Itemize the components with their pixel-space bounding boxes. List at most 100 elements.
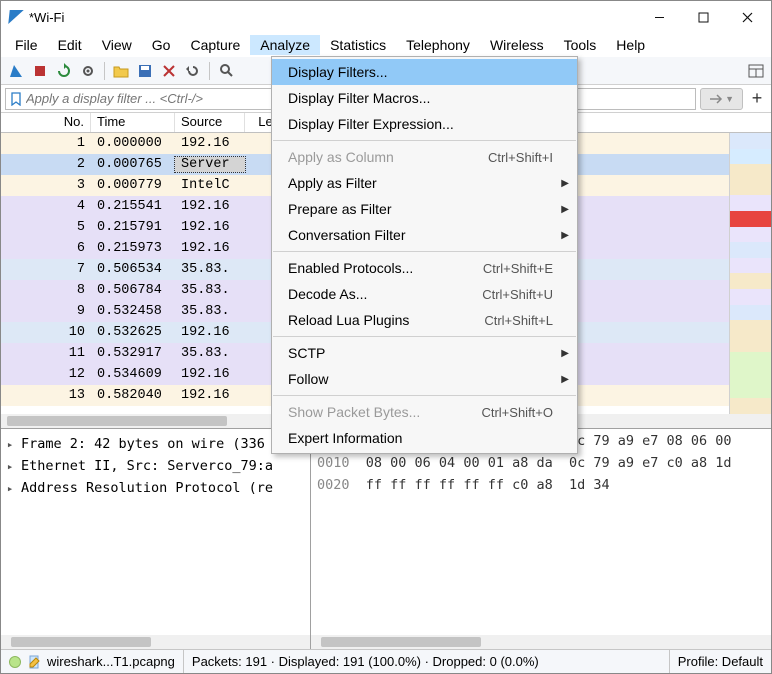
packet-detail-pane: ▸ Frame 2: 42 bytes on wire (336 ▸Ethernet… xyxy=(1,429,311,649)
scroll-thumb[interactable] xyxy=(7,416,227,426)
menu-item-label: Expert Information xyxy=(288,430,553,446)
minimap-segment xyxy=(730,398,771,414)
menu-item-display-filter-expression[interactable]: Display Filter Expression... xyxy=(272,111,577,137)
layout-button[interactable] xyxy=(745,60,767,82)
cell: 10 xyxy=(1,325,91,340)
detail-tree-item[interactable]: ▸Ethernet II, Src: Serverco_79:a xyxy=(3,455,308,477)
cell: 0.000779 xyxy=(91,178,175,193)
save-file-button[interactable] xyxy=(134,60,156,82)
add-filter-button[interactable]: + xyxy=(747,88,767,109)
cell: 35.83. xyxy=(175,283,245,298)
menu-item-show-packet-bytes: Show Packet Bytes...Ctrl+Shift+O xyxy=(272,399,577,425)
col-header-no[interactable]: No. xyxy=(1,113,91,132)
restart-capture-button[interactable] xyxy=(53,60,75,82)
reload-button[interactable] xyxy=(182,60,204,82)
cell: 8 xyxy=(1,283,91,298)
start-capture-button[interactable] xyxy=(5,60,27,82)
detail-tree-item[interactable]: ▸ Frame 2: 42 bytes on wire (336 xyxy=(3,433,308,455)
cell: 0.532917 xyxy=(91,346,175,361)
menu-capture[interactable]: Capture xyxy=(180,35,250,55)
cell: 5 xyxy=(1,220,91,235)
menu-item-follow[interactable]: Follow▶ xyxy=(272,366,577,392)
menu-item-label: Reload Lua Plugins xyxy=(288,312,484,328)
cell: 0.506534 xyxy=(91,262,175,277)
submenu-arrow-icon: ▶ xyxy=(561,348,569,359)
menu-item-enabled-protocols[interactable]: Enabled Protocols...Ctrl+Shift+E xyxy=(272,255,577,281)
close-file-button[interactable] xyxy=(158,60,180,82)
menu-statistics[interactable]: Statistics xyxy=(320,35,396,55)
menu-telephony[interactable]: Telephony xyxy=(396,35,480,55)
menu-tools[interactable]: Tools xyxy=(554,35,607,55)
search-icon xyxy=(219,63,234,78)
hex-line[interactable]: 0010 08 00 06 04 00 01 a8 da 0c 79 a9 e7… xyxy=(317,455,765,477)
expert-dot-icon[interactable] xyxy=(9,656,21,668)
analyze-menu[interactable]: Display Filters...Display Filter Macros.… xyxy=(271,56,578,454)
cell: 0.506784 xyxy=(91,283,175,298)
bookmark-filter-icon[interactable] xyxy=(6,89,26,109)
scroll-thumb[interactable] xyxy=(11,637,151,647)
expand-icon[interactable]: ▸ xyxy=(3,438,17,451)
menu-item-conversation-filter[interactable]: Conversation Filter▶ xyxy=(272,222,577,248)
menu-item-apply-as-filter[interactable]: Apply as Filter▶ xyxy=(272,170,577,196)
edit-capture-icon[interactable] xyxy=(27,655,41,669)
menu-item-label: Apply as Column xyxy=(288,149,488,165)
menu-item-display-filter-macros[interactable]: Display Filter Macros... xyxy=(272,85,577,111)
filter-apply-button[interactable]: ▼ xyxy=(700,88,743,110)
minimap-segment xyxy=(730,227,771,243)
gear-icon xyxy=(80,63,96,79)
menu-go[interactable]: Go xyxy=(142,35,181,55)
stop-icon xyxy=(33,64,47,78)
menu-item-display-filters[interactable]: Display Filters... xyxy=(272,59,577,85)
minimap-segment xyxy=(730,289,771,305)
status-counts-label: Packets: 191 · Displayed: 191 (100.0%) ·… xyxy=(192,654,539,669)
menu-item-reload-lua-plugins[interactable]: Reload Lua PluginsCtrl+Shift+L xyxy=(272,307,577,333)
minimize-button[interactable] xyxy=(637,2,681,32)
open-file-button[interactable] xyxy=(110,60,132,82)
find-packet-button[interactable] xyxy=(215,60,237,82)
detail-label: Frame 2: 42 bytes on wire (336 xyxy=(21,436,265,452)
cell: 35.83. xyxy=(175,262,245,277)
menu-item-prepare-as-filter[interactable]: Prepare as Filter▶ xyxy=(272,196,577,222)
expand-icon[interactable]: ▸ xyxy=(3,460,17,473)
packet-detail-body[interactable]: ▸ Frame 2: 42 bytes on wire (336 ▸Ethernet… xyxy=(1,429,310,635)
menu-accel: Ctrl+Shift+L xyxy=(484,313,553,328)
menu-view[interactable]: View xyxy=(92,35,142,55)
detail-label: Address Resolution Protocol (re xyxy=(21,480,273,496)
hex-hscroll[interactable] xyxy=(311,635,771,649)
scroll-thumb[interactable] xyxy=(321,637,481,647)
menu-accel: Ctrl+Shift+U xyxy=(482,287,553,302)
hex-line[interactable]: 0020 ff ff ff ff ff ff c0 a8 1d 34 xyxy=(317,477,765,499)
cell: 7 xyxy=(1,262,91,277)
menubar: FileEditViewGoCaptureAnalyzeStatisticsTe… xyxy=(1,33,771,57)
packet-minimap[interactable] xyxy=(729,133,771,414)
menu-file[interactable]: File xyxy=(5,35,48,55)
menu-help[interactable]: Help xyxy=(606,35,655,55)
menu-item-sctp[interactable]: SCTP▶ xyxy=(272,340,577,366)
col-header-time[interactable]: Time xyxy=(91,113,175,132)
menu-analyze[interactable]: Analyze xyxy=(250,35,320,55)
cell: 192.16 xyxy=(175,199,245,214)
detail-tree-item[interactable]: ▸ Address Resolution Protocol (re xyxy=(3,477,308,499)
submenu-arrow-icon: ▶ xyxy=(561,230,569,241)
menu-separator xyxy=(273,251,576,252)
menu-item-decode-as[interactable]: Decode As...Ctrl+Shift+U xyxy=(272,281,577,307)
status-profile-section[interactable]: Profile: Default xyxy=(670,650,771,673)
stop-capture-button[interactable] xyxy=(29,60,51,82)
capture-options-button[interactable] xyxy=(77,60,99,82)
folder-open-icon xyxy=(113,64,129,78)
cell: 3 xyxy=(1,178,91,193)
maximize-button[interactable] xyxy=(681,2,725,32)
minimap-segment xyxy=(730,211,771,227)
toolbar-separator xyxy=(209,62,210,80)
reload-icon xyxy=(185,63,201,79)
status-counts-section: Packets: 191 · Displayed: 191 (100.0%) ·… xyxy=(184,650,670,673)
lower-panes: ▸ Frame 2: 42 bytes on wire (336 ▸Ethernet… xyxy=(1,429,771,649)
expand-icon[interactable]: ▸ xyxy=(3,482,17,495)
close-button[interactable] xyxy=(725,2,769,32)
menu-edit[interactable]: Edit xyxy=(48,35,92,55)
menu-item-expert-information[interactable]: Expert Information xyxy=(272,425,577,451)
packet-hex-body[interactable]: 0000 ff ff ff ff ff ff a8 da 0c 79 a9 e7… xyxy=(311,429,771,635)
menu-wireless[interactable]: Wireless xyxy=(480,35,554,55)
col-header-source[interactable]: Source xyxy=(175,113,245,132)
detail-hscroll[interactable] xyxy=(1,635,310,649)
